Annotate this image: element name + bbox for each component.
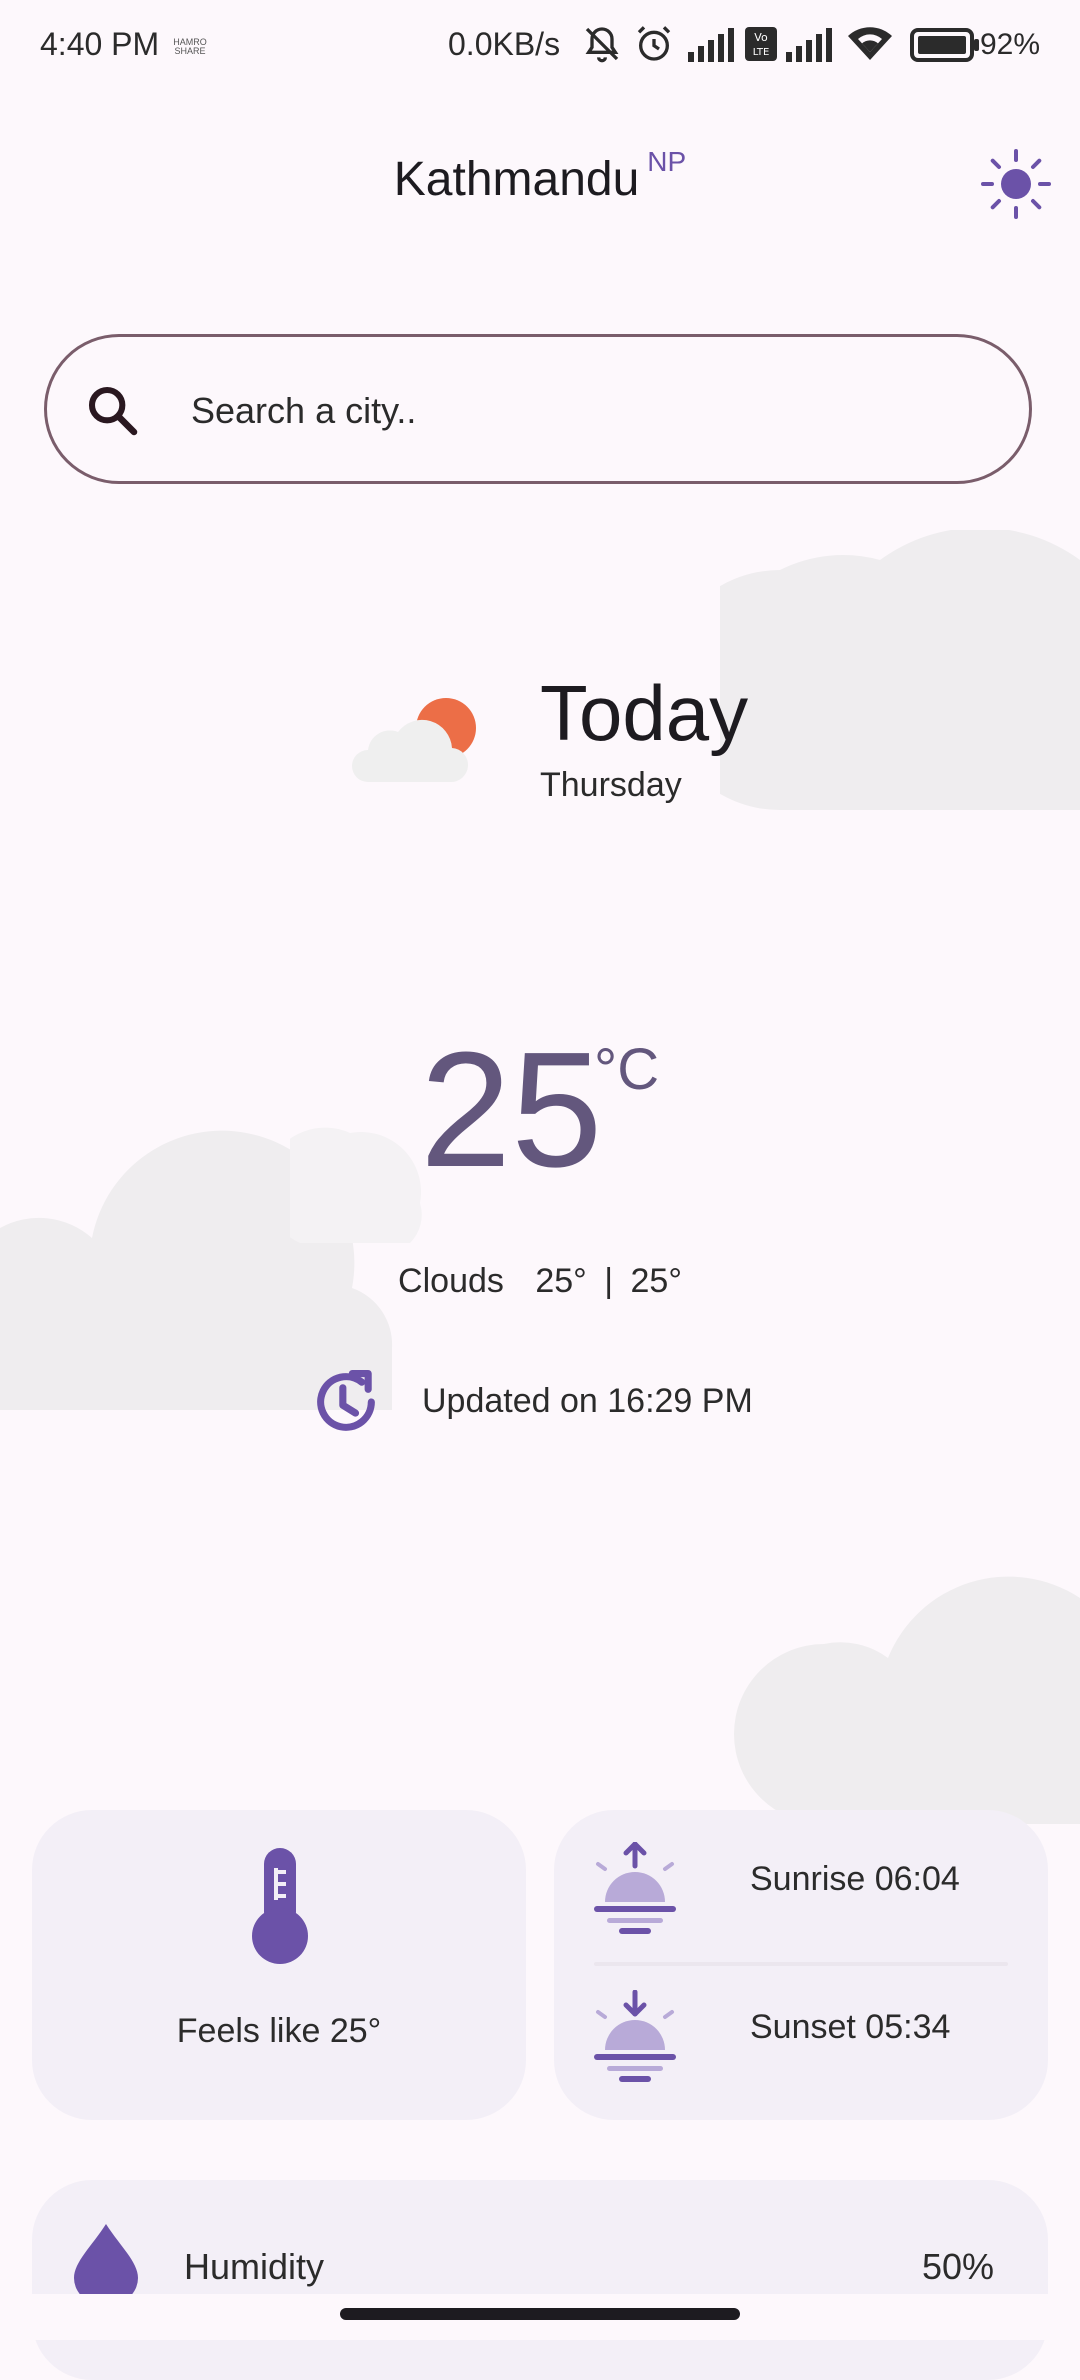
- signal-icon: [688, 28, 734, 62]
- cloud-decoration: [290, 1127, 422, 1243]
- country-code: NP: [647, 146, 687, 177]
- svg-text:LTE: LTE: [753, 47, 770, 58]
- gesture-handle[interactable]: [340, 2308, 740, 2320]
- feels-like-label: Feels like 25°: [176, 2012, 382, 2050]
- cloud-decoration: [734, 1576, 1080, 1824]
- sunrise-icon: [594, 1842, 676, 1934]
- sun-times-card: Sunrise 06:04 Sunset 05:34: [554, 1810, 1048, 2120]
- temp-high: 25°: [535, 1262, 587, 1300]
- sunrise-label: Sunrise 06:04: [750, 1860, 960, 1898]
- status-battery-percent: 92%: [979, 28, 1040, 61]
- status-network-rate: 0.0KB/s: [448, 26, 561, 62]
- status-time: 4:40 PM: [40, 26, 160, 62]
- humidity-value: 50%: [921, 2246, 994, 2287]
- temp-low: 25°: [630, 1262, 682, 1300]
- temperature-unit: °C: [594, 1037, 660, 1102]
- status-app-logo: HAMRO SHARE: [173, 37, 207, 56]
- today-title: Today: [540, 669, 749, 757]
- sunrise-row: Sunrise 06:04: [554, 1810, 1048, 1950]
- sun-icon: [981, 149, 1051, 219]
- temp-separator: |: [604, 1262, 614, 1300]
- theme-toggle-button[interactable]: [980, 148, 1052, 220]
- humidity-card: Humidity 50%: [32, 2180, 1048, 2380]
- humidity-label: Humidity: [184, 2246, 325, 2287]
- sunset-icon: [594, 1990, 676, 2082]
- wifi-icon: [848, 27, 892, 60]
- weekday-label: Thursday: [540, 766, 682, 804]
- battery-icon: [910, 28, 979, 62]
- temperature-value: 25: [420, 1018, 603, 1201]
- refresh-icon[interactable]: [308, 1364, 384, 1440]
- alarm-icon: [637, 26, 671, 61]
- svg-text:Vo: Vo: [754, 31, 768, 44]
- updated-time: Updated on 16:29 PM: [422, 1382, 753, 1420]
- partly-cloudy-icon: [352, 698, 476, 783]
- signal-icon: [786, 28, 832, 62]
- thermometer-icon: [252, 1848, 308, 1964]
- search-input[interactable]: [189, 377, 973, 445]
- search-icon[interactable]: [85, 383, 141, 439]
- sunset-row: Sunset 05:34: [554, 1958, 1048, 2098]
- condition-text: Clouds: [398, 1262, 504, 1300]
- volte-icon: Vo LTE: [745, 27, 777, 61]
- mute-icon: [585, 27, 619, 63]
- location-title: Kathmandu NP: [0, 146, 1080, 207]
- condition-summary: Clouds 25° | 25°: [0, 1262, 1080, 1301]
- cloud-decoration: [720, 530, 1080, 810]
- search-bar[interactable]: [44, 334, 1032, 484]
- sunset-label: Sunset 05:34: [750, 2008, 951, 2046]
- status-bar: 4:40 PM HAMRO SHARE 0.0KB/s Vo LTE 92%: [0, 0, 1080, 90]
- city-name: Kathmandu: [393, 153, 640, 206]
- feels-like-card: Feels like 25°: [32, 1810, 526, 2120]
